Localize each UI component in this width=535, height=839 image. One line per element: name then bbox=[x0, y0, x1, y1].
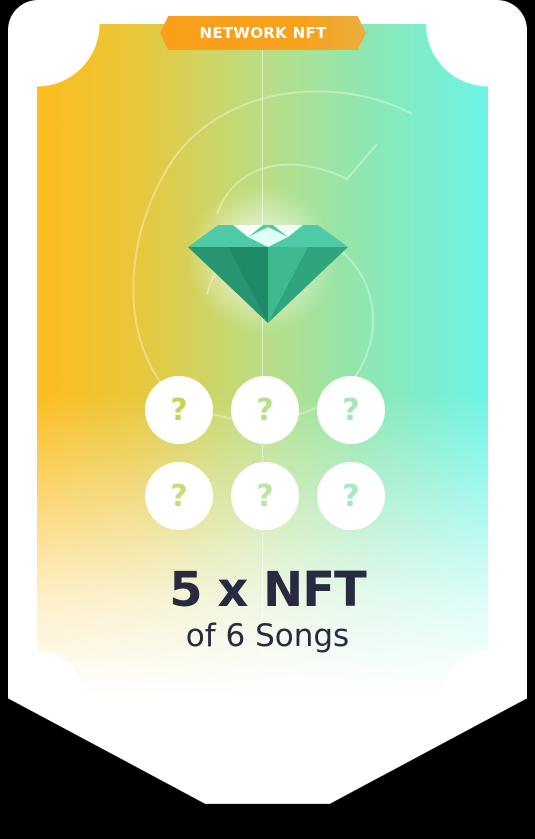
mystery-song-slot: ? bbox=[231, 376, 299, 444]
nft-count-title: 5 x NFT bbox=[169, 562, 366, 618]
question-mark-icon: ? bbox=[256, 392, 274, 428]
mystery-song-slot: ? bbox=[145, 376, 213, 444]
mystery-song-slot: ? bbox=[145, 462, 213, 530]
network-nft-badge: NETWORK NFT bbox=[160, 16, 366, 50]
mystery-song-slot: ? bbox=[317, 462, 385, 530]
question-mark-icon: ? bbox=[170, 392, 188, 428]
question-mark-icon: ? bbox=[342, 392, 360, 428]
songs-subtitle: of 6 Songs bbox=[185, 618, 350, 654]
question-mark-icon: ? bbox=[170, 478, 188, 514]
question-mark-icon: ? bbox=[342, 478, 360, 514]
mystery-song-slot: ? bbox=[231, 462, 299, 530]
mystery-song-slot: ? bbox=[317, 376, 385, 444]
diamond-icon bbox=[188, 225, 348, 323]
question-mark-icon: ? bbox=[256, 478, 274, 514]
